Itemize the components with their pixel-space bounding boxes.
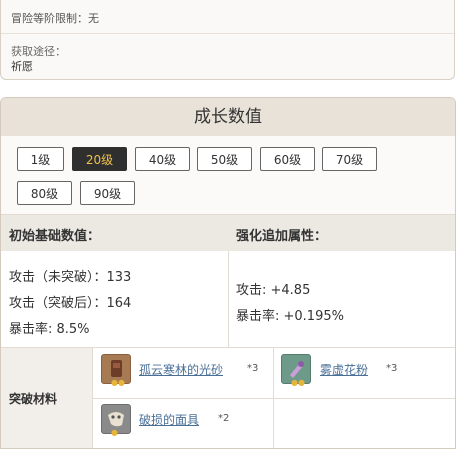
level-90-button[interactable]: 90级	[80, 181, 135, 205]
material-count-1: *3	[247, 363, 259, 374]
material-name-2[interactable]: 雾虚花粉	[320, 361, 368, 378]
level-40-button[interactable]: 40级	[135, 147, 190, 171]
item-info-card: 冒险等阶限制：无 获取途径： 祈愿	[0, 0, 455, 80]
growth-card: 成长数值 1级 20级 40级 50级 60级 70级 80级 90级 初始基础…	[0, 97, 456, 449]
broken-mask-icon[interactable]: ●	[101, 404, 131, 437]
material-count-2: *3	[386, 363, 398, 374]
materials-label: 突破材料	[9, 392, 58, 406]
refine-stats-header: 强化追加属性：	[236, 229, 328, 244]
material-count-3: *2	[218, 413, 230, 424]
level-1-button[interactable]: 1级	[17, 147, 64, 171]
refine-stat-atk: 攻击: +4.85	[236, 283, 311, 298]
rarity-star-icon: ●	[111, 428, 118, 437]
level-80-button[interactable]: 80级	[17, 181, 72, 205]
stats-header: 初始基础数值： 强化追加属性：	[1, 214, 455, 252]
level-50-button[interactable]: 50级	[197, 147, 252, 171]
level-20-button[interactable]: 20级	[72, 147, 127, 171]
base-stat-atk-unascended: 攻击（未突破）：133	[9, 270, 132, 285]
rarity-star-icon: ●●	[111, 378, 125, 387]
level-70-button[interactable]: 70级	[322, 147, 377, 171]
obtain-label: 获取途径：	[11, 45, 66, 58]
level-limit-text: 冒险等阶限制：无	[11, 12, 99, 25]
material-name-3[interactable]: 破损的面具	[139, 411, 199, 428]
divider	[1, 33, 454, 34]
materials-row: 突破材料 ●● 孤云寒林的光砂 *3 ●● 雾虚花粉 *3 ● 破损的面具 *2	[1, 347, 455, 448]
refine-stat-crit-rate: 暴击率: +0.195%	[236, 309, 344, 324]
purple-pollen-icon[interactable]: ●●	[281, 354, 311, 387]
base-stat-crit-rate: 暴击率: 8.5%	[9, 322, 90, 337]
material-name-1[interactable]: 孤云寒林的光砂	[139, 361, 223, 378]
materials-label-cell: 突破材料	[1, 348, 93, 448]
growth-title: 成长数值	[1, 98, 455, 137]
brown-sand-icon[interactable]: ●●	[101, 354, 131, 387]
level-selector: 1级 20级 40级 50级 60级 70级 80级 90级	[1, 136, 455, 214]
materials-divider-v	[273, 348, 274, 448]
base-stats-header: 初始基础数值：	[9, 229, 101, 244]
obtain-value: 祈愿	[11, 60, 33, 73]
materials-divider-h	[93, 398, 455, 399]
rarity-star-icon: ●●	[291, 378, 305, 387]
level-60-button[interactable]: 60级	[260, 147, 315, 171]
stats-divider	[228, 251, 229, 347]
base-stat-atk-ascended: 攻击（突破后）：164	[9, 296, 132, 311]
